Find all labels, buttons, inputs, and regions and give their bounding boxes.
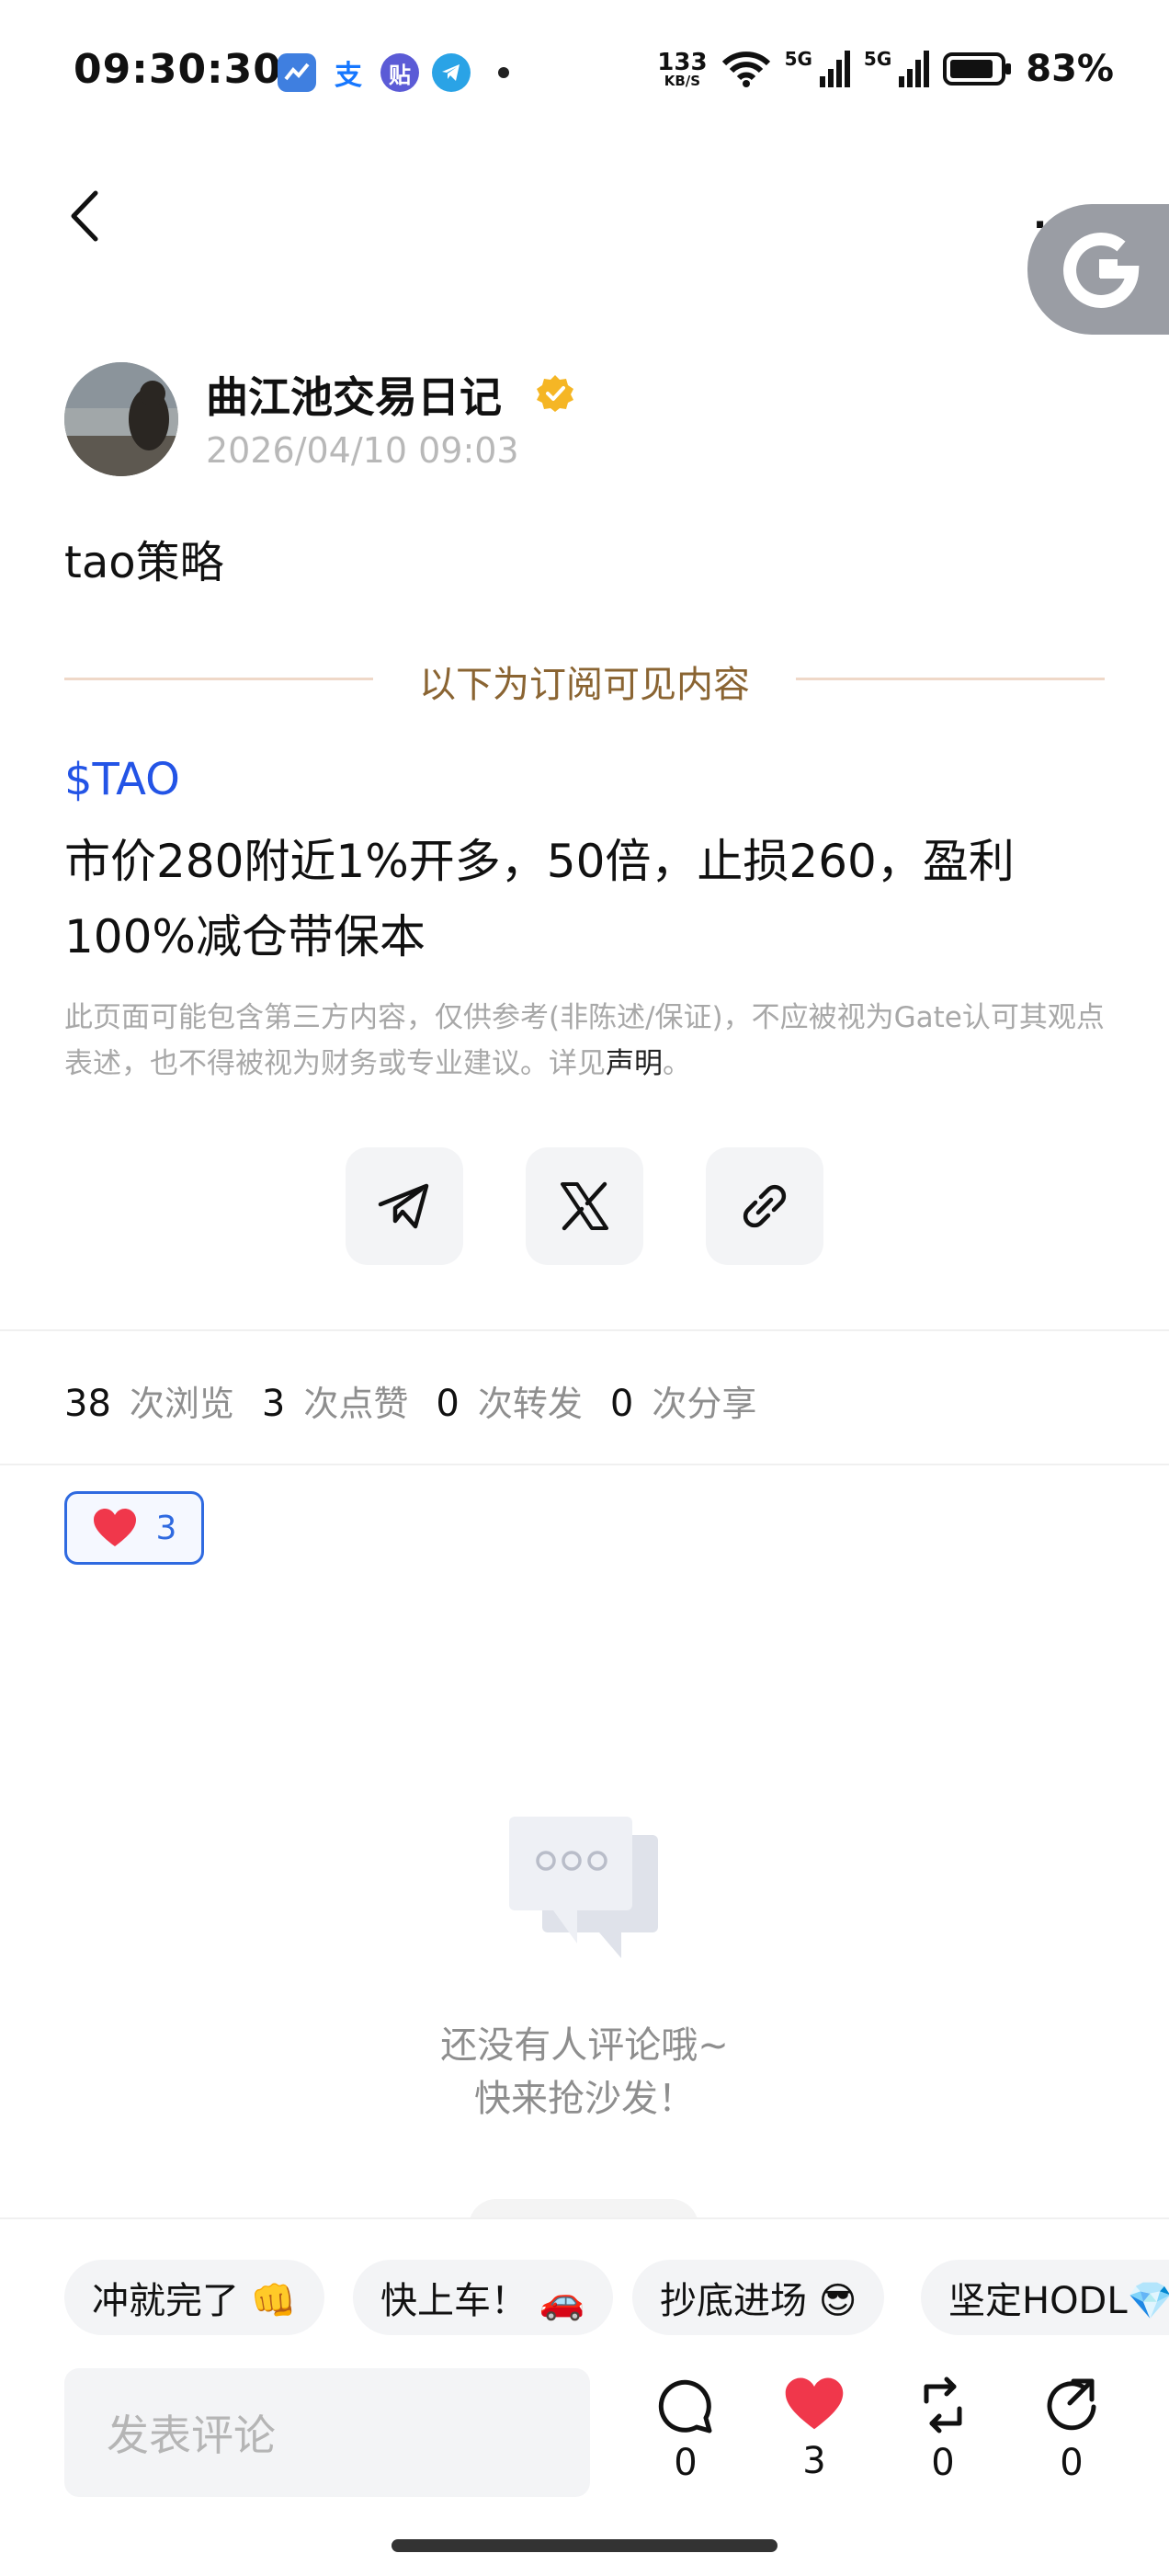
heart-reaction-chip[interactable]: 3 — [64, 1491, 204, 1565]
quick-reply-chip[interactable]: 坚定HODL💎 — [921, 2260, 1169, 2335]
comment-count: 0 — [674, 2442, 698, 2484]
tieba-app-icon: 贴 — [380, 53, 419, 92]
separator — [0, 1329, 1169, 1331]
status-time: 09:30:30 — [74, 46, 282, 93]
likes-count: 3 — [261, 1383, 286, 1425]
like-count: 3 — [802, 2440, 826, 2482]
chevron-left-icon — [71, 190, 98, 242]
disclaimer: 此页面可能包含第三方内容，仅供参考(非陈述/保证)，不应被视为Gate认可其观点… — [64, 995, 1112, 1087]
link-icon — [743, 1184, 787, 1228]
x-icon — [561, 1181, 608, 1231]
network-speed: 133 KB/S — [657, 48, 708, 89]
post-title: tao策略 — [64, 537, 224, 588]
wifi-icon — [721, 51, 770, 87]
heart-icon — [785, 2377, 844, 2430]
back-button[interactable] — [59, 184, 114, 248]
share-action-button[interactable]: 0 — [1026, 2376, 1118, 2484]
share-arrow-icon — [1047, 2378, 1096, 2431]
quick-reply-chip[interactable]: 冲就完了 👊 — [64, 2260, 324, 2335]
disclaimer-end: 。 — [663, 1047, 691, 1080]
post-body: 市价280附近1%开多，50倍，止损260，盈利100%减仓带保本 — [64, 835, 1015, 963]
battery-icon — [943, 52, 1012, 85]
battery-percent: 83% — [1026, 48, 1114, 90]
share-telegram-button[interactable] — [346, 1147, 463, 1265]
ticker-link[interactable]: $TAO — [64, 754, 180, 805]
empty-comments-message: 还没有人评论哦~ 快来抢沙发！ — [0, 2019, 1169, 2126]
post-date: 2026/04/10 09:03 — [206, 430, 519, 471]
empty-comments-icon — [509, 1817, 658, 1958]
signal-2-icon — [899, 51, 930, 87]
quick-reply-chip[interactable]: 抄底进场 😎 — [632, 2260, 885, 2335]
post-stats: 38 次浏览 3 次点赞 0 次转发 0 次分享 — [64, 1375, 784, 1426]
reposts-label: 次转发 — [477, 1384, 583, 1424]
share-x-button[interactable] — [526, 1147, 643, 1265]
disclaimer-text: 此页面可能包含第三方内容，仅供参考(非陈述/保证)，不应被视为Gate认可其观点… — [64, 1001, 1105, 1080]
telegram-app-icon — [432, 53, 471, 92]
avatar-photo — [64, 362, 178, 476]
views-label: 次浏览 — [129, 1384, 234, 1424]
views-count: 38 — [64, 1383, 111, 1425]
likes-label: 次点赞 — [303, 1384, 409, 1424]
reposts-count: 0 — [436, 1383, 460, 1425]
empty-comments-line1: 还没有人评论哦~ — [440, 2024, 729, 2067]
like-action-button[interactable]: 3 — [768, 2376, 860, 2482]
status-app-icons: 支 贴 — [278, 53, 509, 92]
gate-logo-icon — [1063, 232, 1140, 308]
comment-input[interactable]: 发表评论 — [64, 2368, 590, 2497]
subscription-divider-label: 以下为订阅可见内容 — [419, 664, 750, 706]
comment-bubble-icon — [658, 2379, 712, 2434]
floating-assistant-button[interactable] — [1027, 204, 1169, 335]
share-count: 0 — [1060, 2442, 1084, 2484]
signal-1-icon — [819, 51, 850, 87]
telegram-icon — [378, 1183, 429, 1229]
notification-dot — [498, 67, 509, 78]
signal-2-label: 5G — [863, 48, 892, 70]
disclaimer-link[interactable]: 声明 — [606, 1047, 663, 1080]
repost-icon — [924, 2377, 962, 2434]
maps-app-icon — [278, 53, 316, 92]
shares-count: 0 — [609, 1383, 634, 1425]
divider-line-right — [796, 678, 1105, 680]
empty-comments-line2: 快来抢沙发！ — [474, 2078, 695, 2120]
repost-action-button[interactable]: 0 — [897, 2376, 989, 2484]
quick-reply-chip[interactable]: 快上车！ 🚗 — [353, 2260, 613, 2335]
shares-label: 次分享 — [652, 1384, 757, 1424]
alipay-app-icon: 支 — [329, 53, 368, 92]
comment-action-button[interactable]: 0 — [640, 2376, 732, 2484]
copy-link-button[interactable] — [706, 1147, 823, 1265]
home-indicator[interactable] — [392, 2539, 777, 2552]
signal-1-label: 5G — [784, 48, 812, 70]
reaction-count: 3 — [155, 1509, 177, 1547]
repost-count: 0 — [931, 2442, 955, 2484]
avatar[interactable] — [64, 362, 178, 476]
separator — [0, 1464, 1169, 1465]
heart-icon — [93, 1509, 136, 1546]
status-system-icons: 133 KB/S 5G 5G 83% — [657, 48, 1114, 90]
author-name[interactable]: 曲江池交易日记 — [206, 364, 502, 425]
verified-badge-icon — [537, 375, 573, 412]
